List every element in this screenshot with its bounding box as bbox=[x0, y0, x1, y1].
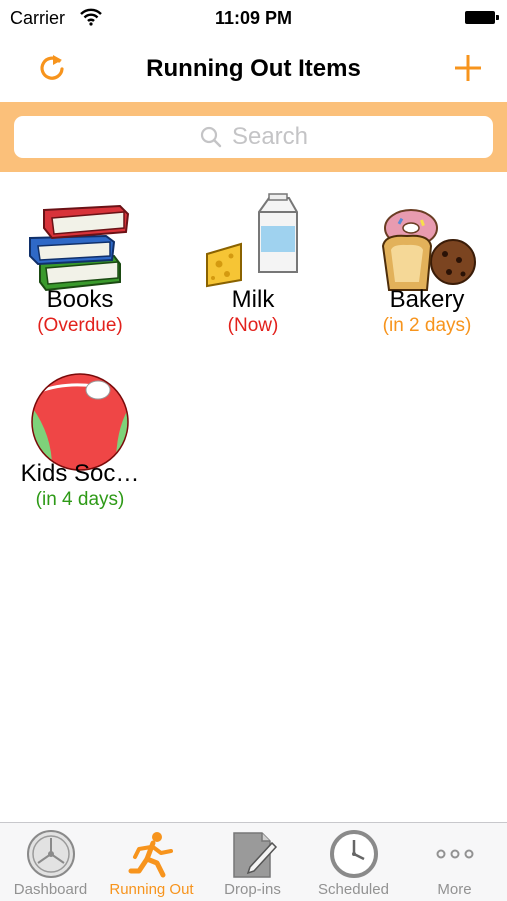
tab-drop-ins[interactable]: Drop-ins bbox=[202, 823, 303, 901]
item-status: (in 2 days) bbox=[382, 315, 472, 336]
item-name: Bakery bbox=[389, 286, 465, 313]
search-placeholder: Search bbox=[231, 123, 309, 150]
edit-note-icon bbox=[233, 832, 278, 878]
item-kids-soccer[interactable]: Kids Soc… (in 4 days) bbox=[0, 346, 160, 526]
item-name: Kids Soc… bbox=[20, 460, 140, 487]
battery-icon bbox=[465, 11, 499, 24]
status-time: 11:09 PM bbox=[214, 8, 293, 28]
clock-icon bbox=[330, 830, 378, 878]
item-bakery[interactable]: Bakery (in 2 days) bbox=[347, 172, 507, 352]
tab-more[interactable]: More bbox=[404, 823, 505, 901]
tab-dashboard[interactable]: Dashboard bbox=[0, 823, 101, 901]
page-title: Running Out Items bbox=[146, 55, 361, 82]
item-milk[interactable]: Milk (Now) bbox=[173, 172, 333, 352]
tab-scheduled[interactable]: Scheduled bbox=[303, 823, 404, 901]
tab-label: Scheduled bbox=[318, 881, 389, 898]
tab-running-out[interactable]: Running Out bbox=[101, 823, 202, 901]
search-input[interactable]: Search bbox=[14, 116, 493, 158]
item-status: (in 4 days) bbox=[35, 489, 125, 510]
running-person-icon bbox=[128, 832, 173, 878]
tab-label: Drop-ins bbox=[224, 881, 281, 898]
plus-icon[interactable] bbox=[450, 50, 486, 86]
search-icon bbox=[200, 126, 222, 148]
status-bar: Carrier 11:09 PM bbox=[0, 0, 507, 36]
tab-bar: Dashboard Running Out Drop-ins Scheduled bbox=[0, 822, 507, 901]
item-status: (Overdue) bbox=[37, 315, 123, 336]
more-dots-icon bbox=[436, 849, 474, 859]
tab-label: Running Out bbox=[109, 881, 194, 898]
search-bar-container: Search bbox=[0, 102, 507, 172]
tab-label: Dashboard bbox=[13, 881, 88, 898]
dashboard-icon bbox=[27, 830, 75, 878]
item-name: Books bbox=[46, 286, 114, 313]
tab-label: More bbox=[437, 881, 472, 898]
navigation-bar: Running Out Items bbox=[0, 36, 507, 102]
item-name: Milk bbox=[231, 286, 275, 313]
item-status: (Now) bbox=[227, 315, 279, 336]
item-books[interactable]: Books (Overdue) bbox=[0, 172, 160, 352]
